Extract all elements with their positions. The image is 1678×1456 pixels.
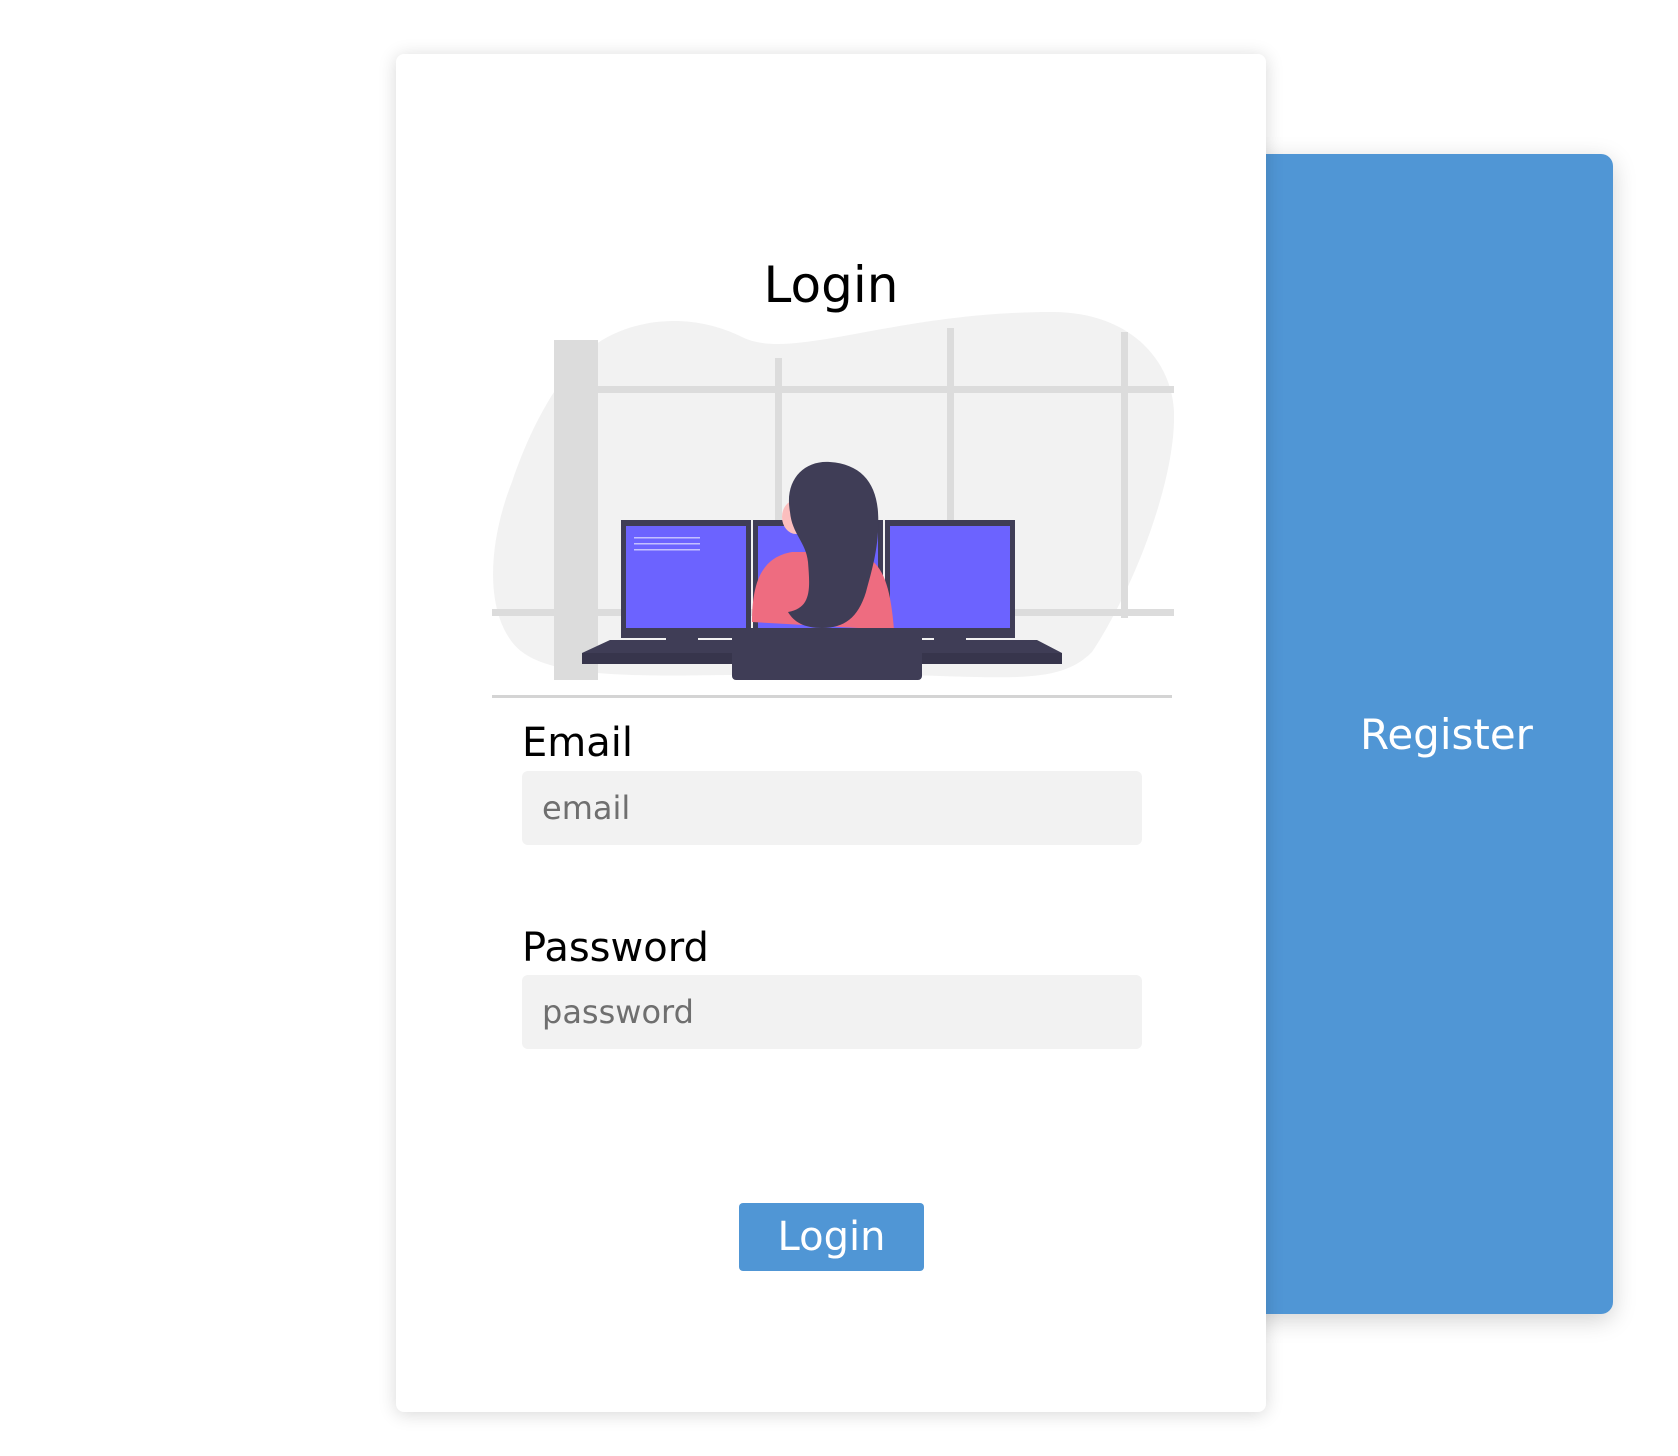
workspace-illustration xyxy=(492,312,1174,680)
login-button[interactable]: Login xyxy=(739,1203,924,1271)
password-label: Password xyxy=(522,925,709,971)
register-label: Register xyxy=(1360,709,1533,759)
email-label: Email xyxy=(522,720,633,766)
divider xyxy=(492,695,1172,698)
email-input[interactable] xyxy=(522,771,1142,845)
password-input[interactable] xyxy=(522,975,1142,1049)
page: Register Login Email email Password Logi… xyxy=(0,0,1678,1456)
login-title: Login xyxy=(763,256,899,314)
window-pillar xyxy=(554,340,598,680)
register-panel[interactable]: Register xyxy=(1240,154,1613,1314)
login-card: Login Email email Password Login xyxy=(396,54,1266,1412)
